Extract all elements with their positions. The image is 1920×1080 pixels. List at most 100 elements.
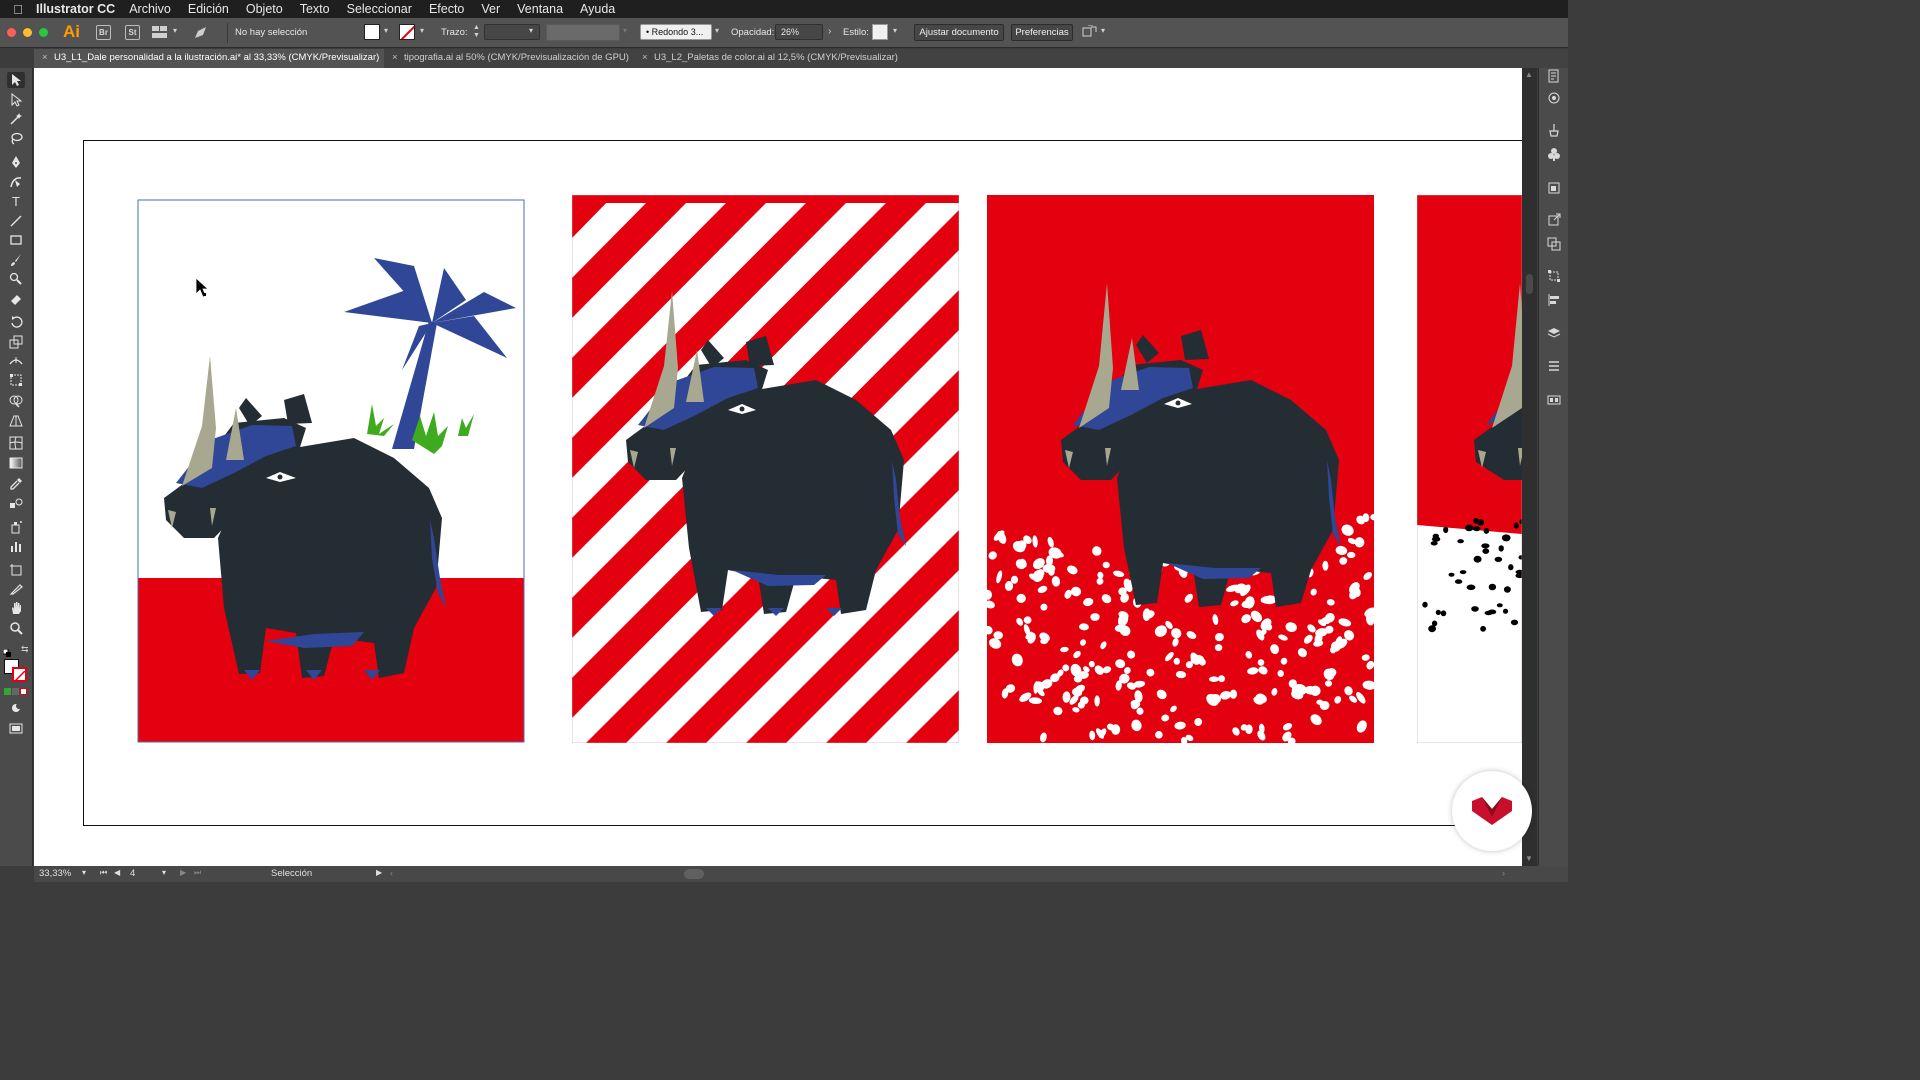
chevron-down-icon[interactable]: ▾ [173,26,177,35]
draw-mode-icon[interactable] [7,700,25,716]
type-icon[interactable]: T [7,193,25,209]
first-artboard-icon[interactable]: ⏮ [100,868,107,878]
stroke-dropdown-icon[interactable]: ▾ [420,26,424,35]
horizontal-scroll-thumb[interactable] [684,869,704,879]
rectangle-icon[interactable] [7,232,25,248]
eyedropper-icon[interactable] [7,476,25,492]
symbol-sprayer-icon[interactable] [7,519,25,535]
stock-icon[interactable]: St [125,25,140,40]
layers-icon[interactable] [1546,325,1562,341]
tab-document-1[interactable]: × U3_L1_Dale personalidad a la ilustració… [34,49,384,68]
style-dropdown-icon[interactable]: ▾ [893,26,897,35]
artboard-3-illustration[interactable] [982,195,1379,745]
zoom-level[interactable]: 33,33% [39,868,71,879]
default-colors-icon[interactable] [2,644,11,657]
paintbrush-icon[interactable] [7,252,25,268]
gradient-mode-icon[interactable] [12,688,19,695]
magic-wand-icon[interactable] [7,111,25,127]
symbols-icon[interactable] [1546,146,1562,162]
tab-document-3[interactable]: × U3_L2_Paletas de color.ai al 12,5% (CMY… [634,49,914,68]
fill-dropdown-icon[interactable]: ▾ [384,26,388,35]
artboard-icon[interactable] [7,562,25,578]
none-mode-icon[interactable] [20,688,27,695]
scroll-down-icon[interactable]: ▼ [1525,854,1533,863]
perspective-icon[interactable] [7,413,25,429]
width-icon[interactable] [7,353,25,369]
next-artboard-icon[interactable]: ▶ [180,868,186,877]
scroll-right-icon[interactable]: › [1502,868,1505,878]
status-menu-arrow-icon[interactable]: ▶ [376,868,382,877]
brushes-icon[interactable] [1546,122,1562,138]
zoom-window-button[interactable] [39,28,48,37]
stroke-stepper[interactable]: ▲ ▼ [473,24,483,40]
mesh-icon[interactable] [7,435,25,451]
workspace-layout-icon[interactable] [152,26,168,42]
menu-seleccionar[interactable]: Seleccionar [347,2,412,16]
opacity-arrow-icon[interactable]: › [828,26,831,37]
line-icon[interactable] [7,213,25,229]
bridge-icon[interactable]: Br [96,25,111,40]
pathfinder-icon[interactable] [1546,236,1562,252]
scroll-thumb[interactable] [1526,274,1533,294]
close-tab-icon[interactable]: × [392,49,404,67]
graphic-styles-icon[interactable] [1546,180,1562,196]
rotate-icon[interactable] [7,314,25,330]
fill-swatch[interactable] [364,24,380,40]
align-icon[interactable] [1546,292,1562,308]
minimize-window-button[interactable] [23,28,32,37]
free-transform-icon[interactable] [7,372,25,388]
variable-width-profile[interactable] [546,24,620,41]
menu-texto[interactable]: Texto [300,2,330,16]
scroll-left-icon[interactable]: ‹ [390,868,393,878]
slice-icon[interactable] [7,581,25,597]
preferences-button[interactable]: Preferencias [1011,24,1073,41]
profile-dropdown-icon[interactable]: ▾ [623,26,627,35]
menu-objeto[interactable]: Objeto [246,2,283,16]
artboard-4-illustration[interactable] [1417,195,1522,743]
arrange-icon[interactable] [1082,24,1098,42]
artboard-canvas[interactable] [34,68,1522,866]
apple-icon[interactable]:  [0,2,36,17]
adjust-document-button[interactable]: Ajustar documento [914,24,1004,41]
stroke-color-box[interactable] [12,667,27,683]
menu-edicion[interactable]: Edición [188,2,229,16]
color-mode-icon[interactable] [4,688,11,695]
tab-document-2[interactable]: × tipografia.ai al 50% (CMYK/Previsualiza… [384,49,634,68]
gpu-rocket-icon[interactable] [193,25,208,43]
navigator-icon[interactable] [1546,90,1562,106]
artboard-2-illustration[interactable] [572,195,959,743]
zoom-icon[interactable] [7,620,25,636]
menu-ver[interactable]: Ver [481,2,500,16]
swap-colors-icon[interactable]: ⇆ [21,644,29,655]
close-window-button[interactable] [7,28,16,37]
shape-builder-icon[interactable] [7,393,25,409]
swatches-icon[interactable] [1546,392,1562,408]
libraries-icon[interactable] [1546,358,1562,374]
last-artboard-icon[interactable]: ⏭ [194,868,201,878]
opacity-input[interactable]: 26% [775,24,823,40]
brush-dropdown-icon[interactable]: ▾ [715,26,719,35]
graph-icon[interactable] [7,538,25,554]
scale-icon[interactable] [7,334,25,350]
shaper-icon[interactable] [7,271,25,287]
properties-icon[interactable] [1546,68,1562,84]
hand-icon[interactable] [7,600,25,616]
blend-icon[interactable] [7,496,25,512]
selection-icon[interactable] [7,72,25,88]
lasso-icon[interactable] [7,131,25,147]
gradient-icon[interactable] [7,455,25,471]
close-tab-icon[interactable]: × [42,49,54,67]
zoom-dropdown-icon[interactable]: ▾ [82,868,86,877]
close-tab-icon[interactable]: × [642,49,654,67]
eraser-icon[interactable] [7,291,25,307]
stroke-swatch[interactable] [399,24,415,40]
curvature-icon[interactable] [7,174,25,190]
transform-icon[interactable] [1546,268,1562,284]
arrange-dropdown-icon[interactable]: ▾ [1101,26,1105,35]
app-menu[interactable]: Illustrator CC [36,2,115,16]
previous-artboard-icon[interactable]: ◀ [114,868,120,877]
menu-efecto[interactable]: Efecto [429,2,464,16]
screen-mode-icon[interactable] [7,720,25,736]
menu-ayuda[interactable]: Ayuda [580,2,615,16]
stroke-weight-dropdown-icon[interactable]: ▾ [529,26,533,35]
